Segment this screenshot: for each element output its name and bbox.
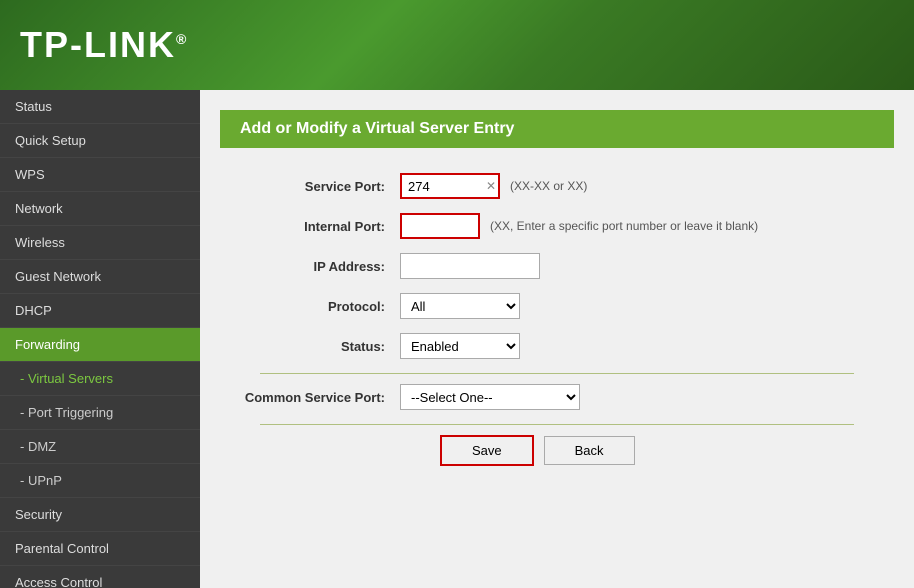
main-layout: Status Quick Setup WPS Network Wireless … (0, 90, 914, 588)
sidebar-item-virtual-servers[interactable]: - Virtual Servers (0, 362, 200, 396)
service-port-input-wrapper: ✕ (400, 173, 500, 199)
page-title: Add or Modify a Virtual Server Entry (220, 110, 894, 148)
ip-address-label: IP Address: (240, 259, 400, 274)
status-label: Status: (240, 339, 400, 354)
protocol-label: Protocol: (240, 299, 400, 314)
internal-port-label: Internal Port: (240, 219, 400, 234)
logo-tm: ® (176, 31, 188, 47)
logo: TP-LINK® (20, 24, 188, 66)
service-port-row: Service Port: ✕ (XX-XX or XX) (240, 173, 874, 199)
sidebar-item-guest-network[interactable]: Guest Network (0, 260, 200, 294)
internal-port-hint: (XX, Enter a specific port number or lea… (490, 219, 758, 233)
sidebar-item-access-control[interactable]: Access Control (0, 566, 200, 588)
common-service-port-row: Common Service Port: --Select One-- FTP … (240, 384, 874, 410)
save-button[interactable]: Save (440, 435, 534, 466)
sidebar-item-parental-control[interactable]: Parental Control (0, 532, 200, 566)
service-port-label: Service Port: (240, 179, 400, 194)
protocol-select[interactable]: All TCP UDP TCP/UDP (400, 293, 520, 319)
internal-port-row: Internal Port: (XX, Enter a specific por… (240, 213, 874, 239)
ip-address-row: IP Address: (240, 253, 874, 279)
sidebar-item-dhcp[interactable]: DHCP (0, 294, 200, 328)
sidebar-item-status[interactable]: Status (0, 90, 200, 124)
status-row: Status: Enabled Disabled (240, 333, 874, 359)
sidebar: Status Quick Setup WPS Network Wireless … (0, 90, 200, 588)
sidebar-item-forwarding[interactable]: Forwarding (0, 328, 200, 362)
divider-2 (260, 424, 854, 425)
ip-address-input[interactable] (400, 253, 540, 279)
protocol-row: Protocol: All TCP UDP TCP/UDP (240, 293, 874, 319)
internal-port-input[interactable] (400, 213, 480, 239)
sidebar-item-quick-setup[interactable]: Quick Setup (0, 124, 200, 158)
common-service-port-label: Common Service Port: (240, 390, 400, 405)
form-container: Service Port: ✕ (XX-XX or XX) Internal P… (200, 163, 914, 476)
sidebar-item-upnp[interactable]: - UPnP (0, 464, 200, 498)
sidebar-item-wireless[interactable]: Wireless (0, 226, 200, 260)
main-content: Add or Modify a Virtual Server Entry Ser… (200, 90, 914, 588)
common-service-port-select[interactable]: --Select One-- FTP HTTP HTTPS DNS SMTP P… (400, 384, 580, 410)
sidebar-item-security[interactable]: Security (0, 498, 200, 532)
sidebar-item-port-triggering[interactable]: - Port Triggering (0, 396, 200, 430)
sidebar-item-dmz[interactable]: - DMZ (0, 430, 200, 464)
logo-text: TP-LINK (20, 24, 176, 65)
service-port-clear-button[interactable]: ✕ (486, 180, 496, 192)
service-port-hint: (XX-XX or XX) (510, 179, 587, 193)
sidebar-item-network[interactable]: Network (0, 192, 200, 226)
page-header: TP-LINK® (0, 0, 914, 90)
sidebar-item-wps[interactable]: WPS (0, 158, 200, 192)
divider-1 (260, 373, 854, 374)
back-button[interactable]: Back (544, 436, 635, 465)
status-select[interactable]: Enabled Disabled (400, 333, 520, 359)
button-row: Save Back (240, 435, 874, 466)
